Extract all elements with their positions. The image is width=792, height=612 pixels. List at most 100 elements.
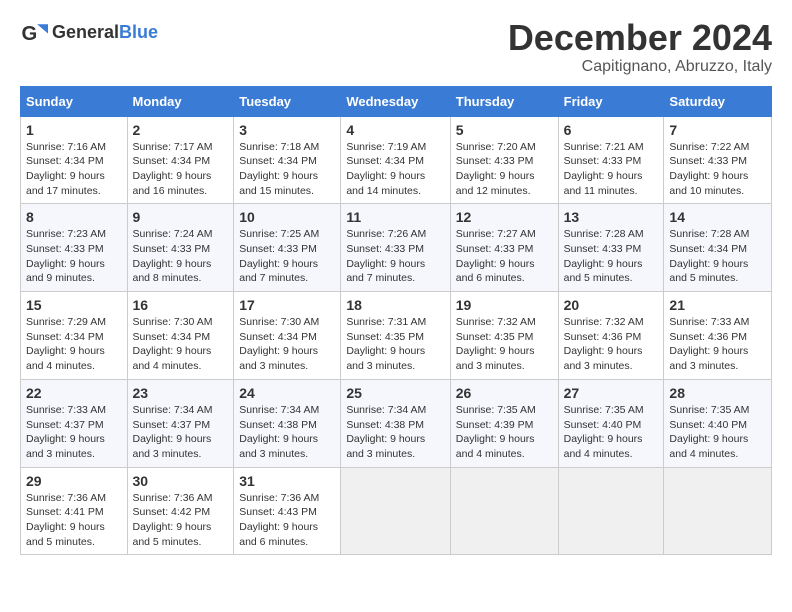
day-number: 21 [669, 297, 766, 313]
day-number: 22 [26, 385, 122, 401]
day-number: 30 [133, 473, 229, 489]
day-info: Sunrise: 7:22 AM Sunset: 4:33 PM Dayligh… [669, 140, 766, 199]
table-row: 20 Sunrise: 7:32 AM Sunset: 4:36 PM Dayl… [558, 292, 664, 380]
table-row: 19 Sunrise: 7:32 AM Sunset: 4:35 PM Dayl… [450, 292, 558, 380]
table-row: 18 Sunrise: 7:31 AM Sunset: 4:35 PM Dayl… [341, 292, 450, 380]
location-title: Capitignano, Abruzzo, Italy [508, 58, 772, 76]
day-number: 26 [456, 385, 553, 401]
day-number: 3 [239, 122, 335, 138]
day-info: Sunrise: 7:32 AM Sunset: 4:36 PM Dayligh… [564, 315, 659, 374]
header-saturday: Saturday [664, 86, 772, 116]
table-row: 12 Sunrise: 7:27 AM Sunset: 4:33 PM Dayl… [450, 204, 558, 292]
day-info: Sunrise: 7:36 AM Sunset: 4:42 PM Dayligh… [133, 491, 229, 550]
day-number: 2 [133, 122, 229, 138]
empty-cell [341, 467, 450, 555]
day-info: Sunrise: 7:20 AM Sunset: 4:33 PM Dayligh… [456, 140, 553, 199]
header-friday: Friday [558, 86, 664, 116]
day-info: Sunrise: 7:34 AM Sunset: 4:38 PM Dayligh… [346, 403, 444, 462]
day-info: Sunrise: 7:29 AM Sunset: 4:34 PM Dayligh… [26, 315, 122, 374]
table-row: 27 Sunrise: 7:35 AM Sunset: 4:40 PM Dayl… [558, 379, 664, 467]
title-area: December 2024 Capitignano, Abruzzo, Ital… [508, 18, 772, 76]
header-thursday: Thursday [450, 86, 558, 116]
day-number: 28 [669, 385, 766, 401]
day-number: 15 [26, 297, 122, 313]
day-info: Sunrise: 7:18 AM Sunset: 4:34 PM Dayligh… [239, 140, 335, 199]
day-number: 11 [346, 209, 444, 225]
day-info: Sunrise: 7:32 AM Sunset: 4:35 PM Dayligh… [456, 315, 553, 374]
day-info: Sunrise: 7:34 AM Sunset: 4:37 PM Dayligh… [133, 403, 229, 462]
table-row: 29 Sunrise: 7:36 AM Sunset: 4:41 PM Dayl… [21, 467, 128, 555]
svg-text:G: G [22, 23, 38, 45]
day-number: 27 [564, 385, 659, 401]
day-number: 10 [239, 209, 335, 225]
header-tuesday: Tuesday [234, 86, 341, 116]
table-row: 2 Sunrise: 7:17 AM Sunset: 4:34 PM Dayli… [127, 116, 234, 204]
day-info: Sunrise: 7:21 AM Sunset: 4:33 PM Dayligh… [564, 140, 659, 199]
table-row: 10 Sunrise: 7:25 AM Sunset: 4:33 PM Dayl… [234, 204, 341, 292]
table-row: 22 Sunrise: 7:33 AM Sunset: 4:37 PM Dayl… [21, 379, 128, 467]
day-number: 16 [133, 297, 229, 313]
table-row: 11 Sunrise: 7:26 AM Sunset: 4:33 PM Dayl… [341, 204, 450, 292]
logo-text-general: General [52, 22, 119, 42]
day-number: 5 [456, 122, 553, 138]
day-number: 19 [456, 297, 553, 313]
table-row: 26 Sunrise: 7:35 AM Sunset: 4:39 PM Dayl… [450, 379, 558, 467]
day-info: Sunrise: 7:33 AM Sunset: 4:36 PM Dayligh… [669, 315, 766, 374]
day-info: Sunrise: 7:34 AM Sunset: 4:38 PM Dayligh… [239, 403, 335, 462]
day-number: 18 [346, 297, 444, 313]
logo: G GeneralBlue [20, 18, 158, 46]
day-info: Sunrise: 7:24 AM Sunset: 4:33 PM Dayligh… [133, 227, 229, 286]
day-number: 25 [346, 385, 444, 401]
table-row: 17 Sunrise: 7:30 AM Sunset: 4:34 PM Dayl… [234, 292, 341, 380]
table-row: 30 Sunrise: 7:36 AM Sunset: 4:42 PM Dayl… [127, 467, 234, 555]
table-row: 9 Sunrise: 7:24 AM Sunset: 4:33 PM Dayli… [127, 204, 234, 292]
logo-icon: G [20, 18, 48, 46]
day-number: 9 [133, 209, 229, 225]
table-row: 4 Sunrise: 7:19 AM Sunset: 4:34 PM Dayli… [341, 116, 450, 204]
day-number: 14 [669, 209, 766, 225]
table-row: 23 Sunrise: 7:34 AM Sunset: 4:37 PM Dayl… [127, 379, 234, 467]
day-info: Sunrise: 7:30 AM Sunset: 4:34 PM Dayligh… [239, 315, 335, 374]
day-info: Sunrise: 7:35 AM Sunset: 4:40 PM Dayligh… [669, 403, 766, 462]
day-info: Sunrise: 7:27 AM Sunset: 4:33 PM Dayligh… [456, 227, 553, 286]
header-monday: Monday [127, 86, 234, 116]
day-info: Sunrise: 7:25 AM Sunset: 4:33 PM Dayligh… [239, 227, 335, 286]
day-info: Sunrise: 7:26 AM Sunset: 4:33 PM Dayligh… [346, 227, 444, 286]
header-wednesday: Wednesday [341, 86, 450, 116]
table-row: 25 Sunrise: 7:34 AM Sunset: 4:38 PM Dayl… [341, 379, 450, 467]
day-number: 20 [564, 297, 659, 313]
day-number: 1 [26, 122, 122, 138]
day-number: 7 [669, 122, 766, 138]
calendar-table: Sunday Monday Tuesday Wednesday Thursday… [20, 86, 772, 556]
day-number: 31 [239, 473, 335, 489]
table-row: 5 Sunrise: 7:20 AM Sunset: 4:33 PM Dayli… [450, 116, 558, 204]
table-row: 3 Sunrise: 7:18 AM Sunset: 4:34 PM Dayli… [234, 116, 341, 204]
day-number: 6 [564, 122, 659, 138]
day-info: Sunrise: 7:35 AM Sunset: 4:39 PM Dayligh… [456, 403, 553, 462]
table-row: 6 Sunrise: 7:21 AM Sunset: 4:33 PM Dayli… [558, 116, 664, 204]
table-row: 1 Sunrise: 7:16 AM Sunset: 4:34 PM Dayli… [21, 116, 128, 204]
table-row: 8 Sunrise: 7:23 AM Sunset: 4:33 PM Dayli… [21, 204, 128, 292]
header: G GeneralBlue December 2024 Capitignano,… [20, 18, 772, 76]
day-info: Sunrise: 7:36 AM Sunset: 4:41 PM Dayligh… [26, 491, 122, 550]
table-row: 15 Sunrise: 7:29 AM Sunset: 4:34 PM Dayl… [21, 292, 128, 380]
table-row: 7 Sunrise: 7:22 AM Sunset: 4:33 PM Dayli… [664, 116, 772, 204]
day-info: Sunrise: 7:31 AM Sunset: 4:35 PM Dayligh… [346, 315, 444, 374]
empty-cell [664, 467, 772, 555]
empty-cell [450, 467, 558, 555]
table-row: 21 Sunrise: 7:33 AM Sunset: 4:36 PM Dayl… [664, 292, 772, 380]
logo-text-blue: Blue [119, 22, 158, 42]
day-number: 8 [26, 209, 122, 225]
day-number: 12 [456, 209, 553, 225]
table-row: 13 Sunrise: 7:28 AM Sunset: 4:33 PM Dayl… [558, 204, 664, 292]
day-info: Sunrise: 7:33 AM Sunset: 4:37 PM Dayligh… [26, 403, 122, 462]
day-number: 24 [239, 385, 335, 401]
table-row: 14 Sunrise: 7:28 AM Sunset: 4:34 PM Dayl… [664, 204, 772, 292]
day-number: 13 [564, 209, 659, 225]
day-number: 29 [26, 473, 122, 489]
day-info: Sunrise: 7:30 AM Sunset: 4:34 PM Dayligh… [133, 315, 229, 374]
month-title: December 2024 [508, 18, 772, 58]
day-info: Sunrise: 7:17 AM Sunset: 4:34 PM Dayligh… [133, 140, 229, 199]
day-info: Sunrise: 7:28 AM Sunset: 4:34 PM Dayligh… [669, 227, 766, 286]
table-row: 16 Sunrise: 7:30 AM Sunset: 4:34 PM Dayl… [127, 292, 234, 380]
